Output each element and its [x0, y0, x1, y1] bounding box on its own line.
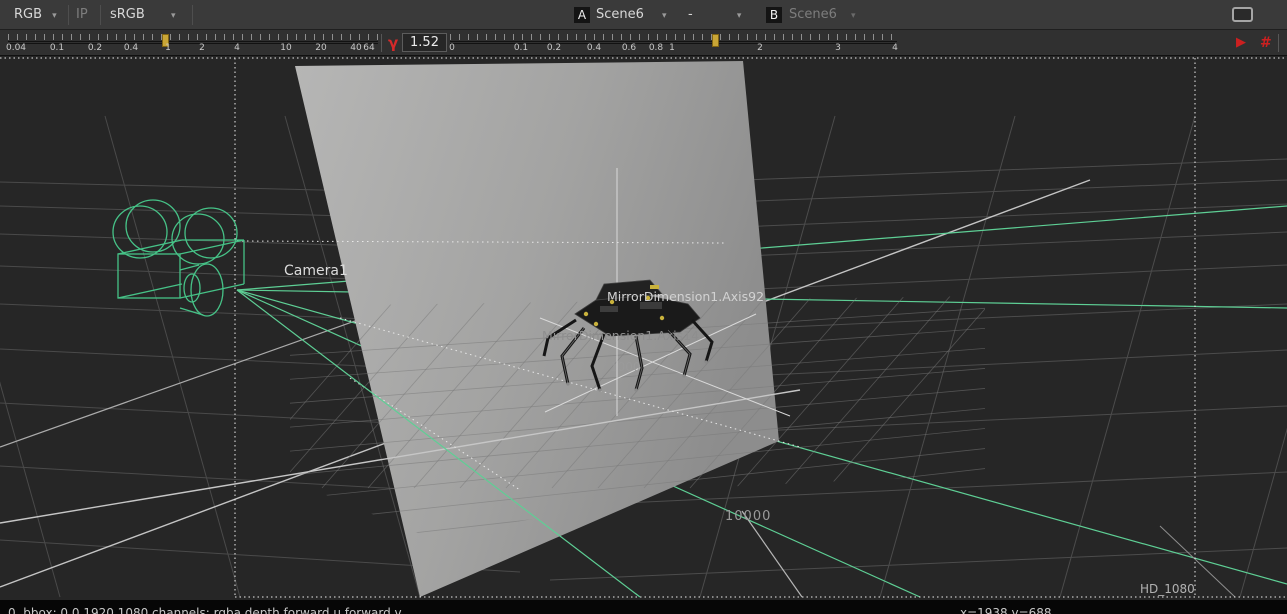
input-a-value: Scene6 — [596, 7, 644, 22]
slider-separator — [1278, 34, 1279, 52]
tick-label: 0.6 — [622, 43, 636, 53]
colorspace-dropdown-label: sRGB — [110, 7, 145, 22]
axis92-label: MirrorDimension1.Axis92 — [607, 289, 764, 304]
grid-1000-label: 1000 — [610, 360, 641, 374]
gain-gamma-bar: γ 1.52 ▶ # 0.04 0.1 0.2 0.4 1 2 4 10 20 4064 0 0.1 0… — [0, 30, 1287, 56]
toolbar-separator — [100, 5, 101, 25]
tick-label: 0.8 — [649, 43, 663, 53]
input-process-toggle[interactable]: IP — [76, 0, 88, 30]
tick-label: 0.4 — [587, 43, 601, 53]
camera-label: Camera1 — [284, 263, 348, 279]
gamma-icon: γ — [388, 34, 398, 52]
tick-label: 0.04 — [6, 43, 26, 53]
tick-label: 0.2 — [88, 43, 102, 53]
input-process-label: IP — [76, 7, 88, 22]
toolbar-separator — [192, 5, 193, 25]
input-a-badge-label: A — [578, 8, 586, 22]
tick-label: 0 — [449, 43, 455, 53]
channels-dropdown-label: RGB — [14, 7, 42, 22]
tick-label: 1 — [165, 43, 171, 53]
toolbar-separator — [68, 5, 69, 25]
3d-scene: Camera1 MirrorDimension1.Axis92 MirrorDi… — [0, 56, 1287, 600]
colorspace-dropdown[interactable]: sRGB ▾ — [110, 0, 175, 30]
triple-arrow-glyph: ▶ — [1236, 35, 1244, 50]
hash-glyph: # — [1260, 35, 1272, 51]
tick-label: 0.1 — [50, 43, 64, 53]
chevron-down-icon: ▾ — [737, 11, 742, 21]
chevron-down-icon: ▾ — [52, 11, 57, 21]
status-bar: 0 bbox: 0.0 1920 1080 channels: rgba dep… — [0, 600, 1287, 614]
chevron-down-icon: ▾ — [662, 11, 667, 21]
3d-viewport[interactable]: Camera1 MirrorDimension1.Axis92 MirrorDi… — [0, 56, 1287, 600]
tick-label: 4 — [892, 43, 898, 53]
nuke-3d-viewer-window: RGB ▾ IP sRGB ▾ A Scene6 ▾ - ▾ B Scene6 … — [0, 0, 1287, 614]
tick-label: 40 — [350, 43, 361, 53]
format-label: HD_1080 — [1140, 582, 1195, 596]
tick-label: 4 — [234, 43, 240, 53]
hash-icon[interactable]: # — [1260, 35, 1272, 51]
input-a-badge[interactable]: A — [574, 7, 590, 23]
bbox-channels-status: 0 bbox: 0.0 1920 1080 channels: rgba dep… — [8, 606, 402, 614]
chevron-down-icon: ▾ — [851, 11, 856, 21]
wipe-mode-dropdown[interactable]: - ▾ — [688, 0, 741, 30]
tick-label: 2 — [199, 43, 205, 53]
input-b-badge-label: B — [770, 8, 778, 22]
tick-label: 1 — [669, 43, 675, 53]
grid-10000-label: 10000 — [725, 509, 771, 524]
tick-label: 2 — [757, 43, 763, 53]
channels-dropdown[interactable]: RGB ▾ — [14, 0, 57, 30]
tick-label: 20 — [315, 43, 326, 53]
tick-label: 0.1 — [514, 43, 528, 53]
wipe-mode-value: - — [688, 7, 693, 22]
viewer-toolbar: RGB ▾ IP sRGB ▾ A Scene6 ▾ - ▾ B Scene6 … — [0, 0, 1287, 30]
tick-label: 0.4 — [124, 43, 138, 53]
tick-label: 10 — [280, 43, 291, 53]
gamma-slider-handle[interactable] — [712, 34, 719, 47]
tick-label: 64 — [363, 43, 374, 53]
axis14-label: MirrorDimension1.Axis14 — [542, 328, 699, 343]
slider-separator — [381, 34, 382, 52]
triple-arrow-icon[interactable]: ▶ — [1236, 35, 1244, 50]
gamma-slider-ruler — [450, 34, 897, 40]
input-b-dropdown[interactable]: Scene6 ▾ — [789, 0, 856, 30]
gamma-value-field[interactable]: 1.52 — [402, 33, 447, 52]
tick-label: 3 — [835, 43, 841, 53]
input-b-value: Scene6 — [789, 7, 837, 22]
chevron-down-icon: ▾ — [171, 11, 176, 21]
input-a-dropdown[interactable]: Scene6 ▾ — [596, 0, 667, 30]
tick-label: 0.2 — [547, 43, 561, 53]
cursor-position-status: x=1938 y=688 — [960, 606, 1052, 614]
gain-slider-ruler — [8, 34, 378, 40]
input-b-badge[interactable]: B — [766, 7, 782, 23]
monitor-icon[interactable] — [1232, 7, 1253, 22]
